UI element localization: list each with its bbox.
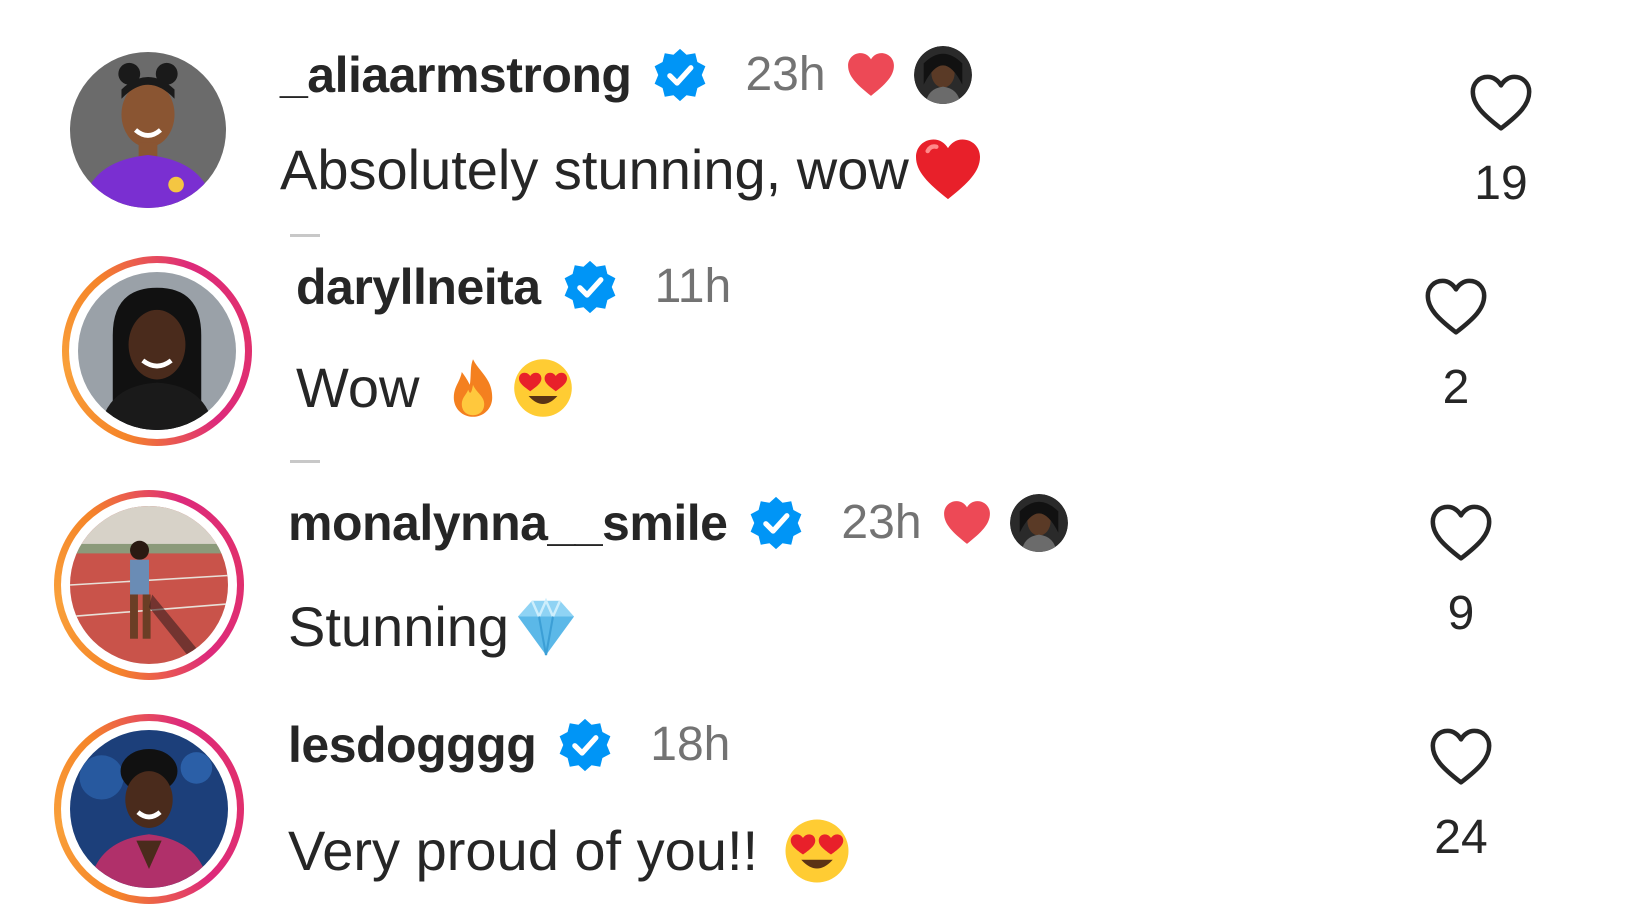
username[interactable]: _aliaarmstrong <box>280 50 632 100</box>
comment-text: Very proud of you!! <box>288 819 759 882</box>
gem-emoji-icon <box>518 597 575 656</box>
profile-photo <box>70 506 228 664</box>
comment-like: 24 <box>1416 726 1506 862</box>
comment-text-row: Absolutely stunning, wow <box>280 138 983 202</box>
author-mini-avatar <box>913 46 972 104</box>
liked-by-author-heart-icon <box>847 53 894 96</box>
verified-badge-icon <box>559 718 611 772</box>
avatar-story-ring[interactable] <box>54 714 244 904</box>
profile-photo <box>70 52 226 208</box>
comment-time: 23h <box>841 496 922 549</box>
author-mini-avatar <box>1009 494 1068 552</box>
comment-text-row: Stunning <box>288 592 581 662</box>
verified-badge-icon <box>751 496 802 550</box>
verified-badge-icon <box>655 48 706 102</box>
avatar[interactable] <box>70 52 226 208</box>
like-count: 2 <box>1442 361 1470 414</box>
comment-item: _aliaarmstrong 23h Absolutely stunning, … <box>0 0 1640 210</box>
username[interactable]: lesdogggg <box>288 720 537 770</box>
like-heart-icon[interactable] <box>1427 726 1495 788</box>
red-heart-emoji-icon <box>915 139 980 200</box>
avatar-story-ring[interactable] <box>54 490 244 680</box>
like-heart-icon[interactable] <box>1422 276 1490 338</box>
verified-badge-icon <box>564 260 615 314</box>
comment-like: 9 <box>1416 502 1506 638</box>
comment-item: lesdogggg 18h Very proud of you!! 24 <box>0 690 1640 904</box>
comment-item: monalynna__smile 23h Stunning 9 <box>0 462 1640 680</box>
fire-emoji-icon <box>454 359 493 417</box>
comment-like: 2 <box>1411 276 1501 412</box>
like-count: 19 <box>1474 157 1528 210</box>
like-count: 9 <box>1447 587 1475 640</box>
username[interactable]: daryllneita <box>296 262 541 312</box>
comment-text-row: Wow <box>296 356 575 420</box>
like-heart-icon[interactable] <box>1467 72 1535 134</box>
comment-like: 19 <box>1456 72 1546 208</box>
comment-text-row: Very proud of you!! <box>288 816 852 886</box>
like-heart-icon[interactable] <box>1427 502 1495 564</box>
heart-eyes-emoji-icon <box>514 359 573 417</box>
profile-photo <box>78 272 236 430</box>
like-count: 24 <box>1434 811 1488 864</box>
liked-by-author-heart-icon <box>943 501 990 544</box>
comment-text: Wow <box>296 356 420 419</box>
avatar-story-ring[interactable] <box>62 256 252 446</box>
comment-item: daryllneita 11h Wow 2 <box>0 236 1640 446</box>
heart-eyes-emoji-icon <box>785 819 849 883</box>
comment-text: Stunning <box>288 595 510 658</box>
comment-time: 11h <box>654 260 732 313</box>
comment-time: 18h <box>650 718 731 771</box>
username[interactable]: monalynna__smile <box>288 498 728 548</box>
profile-photo <box>70 730 228 888</box>
comment-time: 23h <box>745 48 826 101</box>
comment-text: Absolutely stunning, wow <box>280 138 909 201</box>
